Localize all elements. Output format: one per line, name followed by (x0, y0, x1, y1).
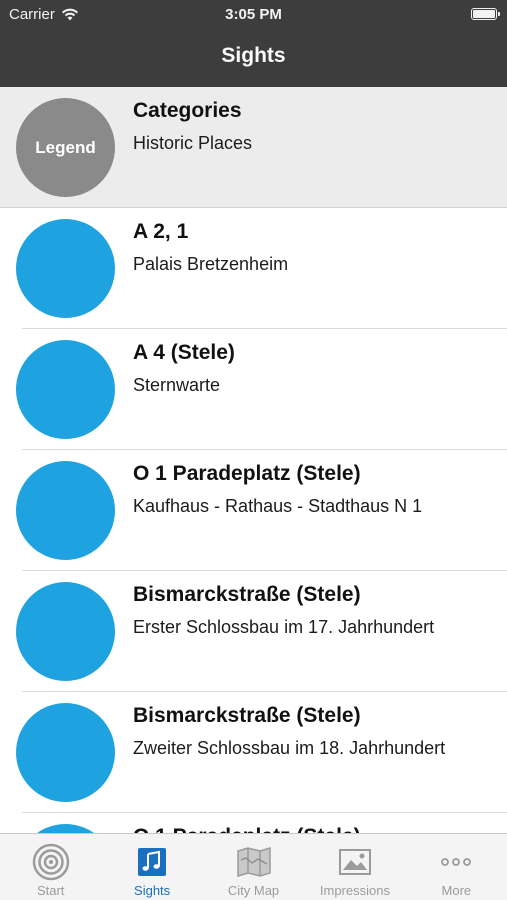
tab-bar: Start Sights City Map Impressions More (0, 833, 507, 900)
list-item[interactable]: A 2, 1 Palais Bretzenheim (0, 208, 507, 329)
status-bar: Carrier 3:05 PM (0, 0, 507, 30)
category-circle-icon (16, 219, 115, 318)
sights-list[interactable]: Legend Categories Historic Places A 2, 1… (0, 87, 507, 833)
item-title: O 1 Paradeplatz (Stele) (133, 825, 361, 833)
tab-label: Impressions (319, 883, 390, 898)
list-item[interactable]: O 1 Paradeplatz (Stele) Kaufhaus - Ratha… (0, 450, 507, 571)
list-item[interactable]: Bismarckstraße (Stele) Erster Schlossbau… (0, 571, 507, 692)
tab-label: City Map (227, 883, 280, 898)
tab-more[interactable]: More (406, 834, 507, 900)
tab-impressions[interactable]: Impressions (304, 834, 405, 900)
item-subtitle: Zweiter Schlossbau im 18. Jahrhundert (133, 738, 446, 758)
item-title: O 1 Paradeplatz (Stele) (133, 462, 361, 485)
target-icon (32, 843, 69, 881)
tab-start[interactable]: Start (0, 834, 101, 900)
item-subtitle: Erster Schlossbau im 17. Jahrhundert (133, 617, 435, 637)
category-circle-icon (16, 703, 115, 802)
category-circle-icon (16, 461, 115, 560)
more-icon (441, 858, 472, 866)
map-icon (236, 846, 271, 878)
list-item[interactable]: O 1 Paradeplatz (Stele) (0, 813, 507, 833)
photo-icon (338, 849, 371, 875)
category-circle-icon (16, 582, 115, 681)
legend-title: Categories (133, 99, 242, 122)
page-title: Sights (221, 44, 286, 67)
legend-badge: Legend (16, 98, 115, 197)
item-title: A 2, 1 (133, 220, 189, 243)
item-title: Bismarckstraße (Stele) (133, 583, 361, 606)
tab-label: Start (36, 883, 65, 898)
item-subtitle: Kaufhaus - Rathaus - Stadthaus N 1 (133, 496, 423, 516)
item-title: Bismarckstraße (Stele) (133, 704, 361, 727)
tab-city-map[interactable]: City Map (203, 834, 304, 900)
item-subtitle: Sternwarte (133, 375, 221, 395)
category-circle-icon (16, 340, 115, 439)
battery-icon (471, 8, 500, 20)
tab-label: More (441, 883, 472, 898)
category-circle-icon (16, 824, 115, 833)
navigation-bar: Carrier 3:05 PM Sights (0, 0, 507, 87)
music-note-icon (138, 848, 167, 876)
list-item[interactable]: A 4 (Stele) Sternwarte (0, 329, 507, 450)
item-subtitle: Palais Bretzenheim (133, 254, 289, 274)
status-time: 3:05 PM (225, 6, 282, 23)
legend-row[interactable]: Legend Categories Historic Places (0, 87, 507, 208)
tab-sights[interactable]: Sights (101, 834, 202, 900)
tab-label: Sights (134, 883, 171, 898)
legend-subtitle: Historic Places (133, 133, 253, 153)
list-item[interactable]: Bismarckstraße (Stele) Zweiter Schlossba… (0, 692, 507, 813)
item-title: A 4 (Stele) (133, 341, 235, 364)
